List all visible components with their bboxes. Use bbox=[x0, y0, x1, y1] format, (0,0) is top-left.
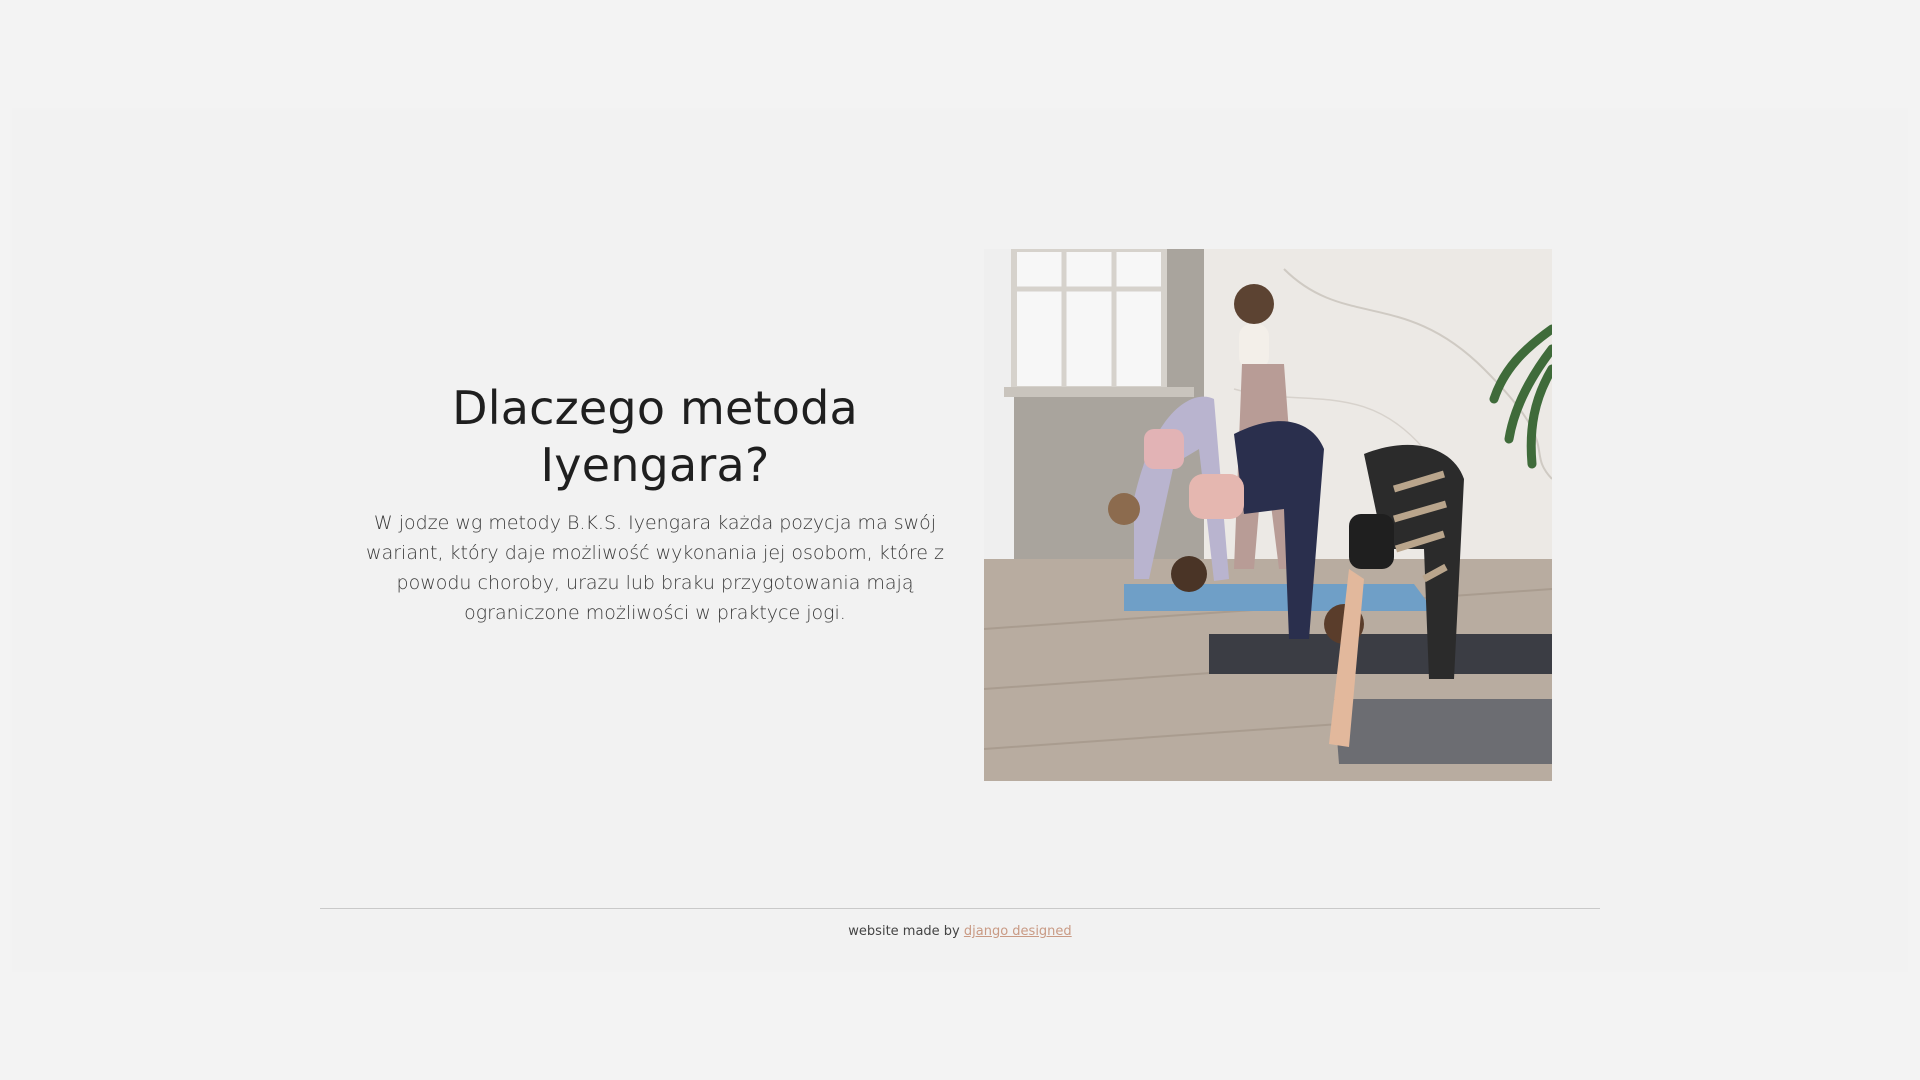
intro-section: Dlaczego metoda Iyengara? W jodze wg met… bbox=[365, 380, 945, 628]
yoga-class-photo bbox=[984, 249, 1552, 781]
footer-credit-text: website made by bbox=[848, 924, 960, 939]
section-description: W jodze wg metody B.K.S. Iyengara każda … bbox=[366, 512, 944, 624]
footer-divider bbox=[320, 908, 1600, 909]
content-panel bbox=[12, 108, 1908, 972]
section-heading: Dlaczego metoda Iyengara? bbox=[452, 381, 858, 492]
yoga-photo-illustration bbox=[984, 249, 1552, 781]
page: Dlaczego metoda Iyengara? W jodze wg met… bbox=[0, 0, 1920, 1080]
django-designed-link[interactable]: django designed bbox=[964, 924, 1072, 939]
footer-credit: website made by django designed bbox=[320, 924, 1600, 939]
